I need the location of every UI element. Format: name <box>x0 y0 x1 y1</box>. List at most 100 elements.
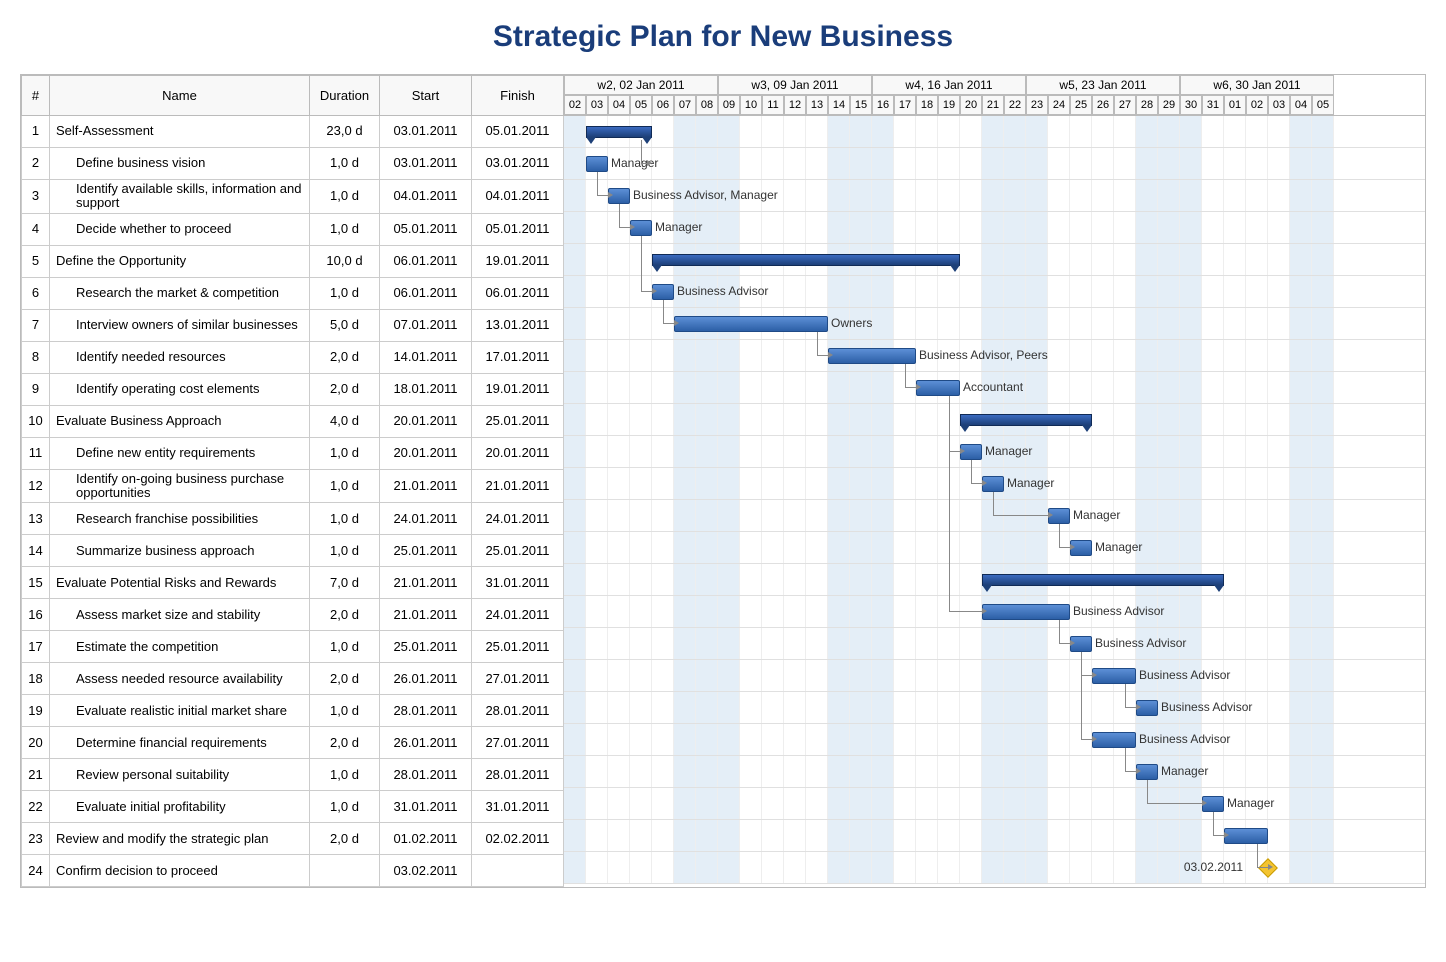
task-name: Identify operating cost elements <box>50 373 310 405</box>
task-row[interactable]: 22 Evaluate initial profitability 1,0 d … <box>22 791 564 823</box>
task-row[interactable]: 15 Evaluate Potential Risks and Rewards … <box>22 567 564 599</box>
chart-row <box>564 820 1425 852</box>
dependency-arrow <box>619 204 630 228</box>
task-duration: 2,0 d <box>310 727 380 759</box>
task-number: 11 <box>22 437 50 469</box>
resource-label: Business Advisor <box>677 284 768 298</box>
dependency-arrow <box>1125 748 1136 772</box>
task-name: Define business vision <box>50 148 310 180</box>
task-duration: 1,0 d <box>310 180 380 214</box>
dependency-arrow <box>641 140 647 164</box>
resource-label: Business Advisor <box>1139 732 1230 746</box>
task-start: 18.01.2011 <box>380 373 472 405</box>
day-header-cell: 06 <box>652 95 674 115</box>
day-header-cell: 12 <box>784 95 806 115</box>
task-row[interactable]: 24 Confirm decision to proceed 03.02.201… <box>22 855 564 887</box>
chart-row: 03.02.2011 <box>564 852 1425 884</box>
task-row[interactable]: 17 Estimate the competition 1,0 d 25.01.… <box>22 631 564 663</box>
task-finish: 31.01.2011 <box>472 791 564 823</box>
task-row[interactable]: 10 Evaluate Business Approach 4,0 d 20.0… <box>22 405 564 437</box>
task-number: 24 <box>22 855 50 887</box>
task-bar[interactable]: Business Advisor <box>1092 668 1136 684</box>
day-header-cell: 19 <box>938 95 960 115</box>
day-header-cell: 31 <box>1202 95 1224 115</box>
task-row[interactable]: 7 Interview owners of similar businesses… <box>22 309 564 341</box>
task-duration: 1,0 d <box>310 469 380 503</box>
dependency-arrow <box>949 396 982 612</box>
day-header-cell: 15 <box>850 95 872 115</box>
gantt-chart: # Name Duration Start Finish 1 Self-Asse… <box>20 74 1426 888</box>
task-row[interactable]: 11 Define new entity requirements 1,0 d … <box>22 437 564 469</box>
task-row[interactable]: 9 Identify operating cost elements 2,0 d… <box>22 373 564 405</box>
chart-row: Business Advisor <box>564 596 1425 628</box>
resource-label: Manager <box>1095 540 1142 554</box>
task-row[interactable]: 2 Define business vision 1,0 d 03.01.201… <box>22 148 564 180</box>
summary-bar[interactable] <box>652 254 960 266</box>
task-bar[interactable]: Business Advisor, Peers <box>828 348 916 364</box>
task-bar[interactable]: Owners <box>674 316 828 332</box>
task-number: 10 <box>22 405 50 437</box>
task-number: 8 <box>22 341 50 373</box>
task-start: 25.01.2011 <box>380 535 472 567</box>
task-name: Identify available skills, information a… <box>50 180 310 214</box>
task-duration: 1,0 d <box>310 631 380 663</box>
dependency-arrow <box>1059 620 1070 644</box>
task-finish: 28.01.2011 <box>472 695 564 727</box>
task-row[interactable]: 18 Assess needed resource availability 2… <box>22 663 564 695</box>
task-row[interactable]: 1 Self-Assessment 23,0 d 03.01.2011 05.0… <box>22 116 564 148</box>
task-finish: 05.01.2011 <box>472 213 564 245</box>
task-row[interactable]: 20 Determine financial requirements 2,0 … <box>22 727 564 759</box>
day-header-cell: 05 <box>630 95 652 115</box>
task-row[interactable]: 8 Identify needed resources 2,0 d 14.01.… <box>22 341 564 373</box>
task-name: Interview owners of similar businesses <box>50 309 310 341</box>
col-header-duration[interactable]: Duration <box>310 76 380 116</box>
task-duration: 1,0 d <box>310 437 380 469</box>
task-start: 20.01.2011 <box>380 405 472 437</box>
resource-label: Manager <box>1161 764 1208 778</box>
task-duration: 2,0 d <box>310 599 380 631</box>
summary-bar[interactable] <box>586 126 652 138</box>
task-duration: 1,0 d <box>310 791 380 823</box>
task-duration: 10,0 d <box>310 245 380 277</box>
task-name: Assess market size and stability <box>50 599 310 631</box>
task-row[interactable]: 5 Define the Opportunity 10,0 d 06.01.20… <box>22 245 564 277</box>
task-row[interactable]: 13 Research franchise possibilities 1,0 … <box>22 503 564 535</box>
summary-bar[interactable] <box>982 574 1224 586</box>
task-bar[interactable]: Accountant <box>916 380 960 396</box>
col-header-name[interactable]: Name <box>50 76 310 116</box>
task-bar[interactable]: Business Advisor <box>1092 732 1136 748</box>
resource-label: Business Advisor <box>1073 604 1164 618</box>
resource-label: Business Advisor <box>1161 700 1252 714</box>
resource-label: Manager <box>1007 476 1054 490</box>
day-header-cell: 07 <box>674 95 696 115</box>
col-header-start[interactable]: Start <box>380 76 472 116</box>
task-start: 06.01.2011 <box>380 245 472 277</box>
day-header-cell: 24 <box>1048 95 1070 115</box>
task-number: 23 <box>22 823 50 855</box>
col-header-finish[interactable]: Finish <box>472 76 564 116</box>
day-header-cell: 04 <box>608 95 630 115</box>
day-header-cell: 27 <box>1114 95 1136 115</box>
task-row[interactable]: 3 Identify available skills, information… <box>22 180 564 214</box>
task-duration: 5,0 d <box>310 309 380 341</box>
task-row[interactable]: 16 Assess market size and stability 2,0 … <box>22 599 564 631</box>
task-number: 6 <box>22 277 50 309</box>
task-row[interactable]: 21 Review personal suitability 1,0 d 28.… <box>22 759 564 791</box>
task-row[interactable]: 23 Review and modify the strategic plan … <box>22 823 564 855</box>
task-row[interactable]: 19 Evaluate realistic initial market sha… <box>22 695 564 727</box>
task-duration: 23,0 d <box>310 116 380 148</box>
task-bar[interactable]: Manager <box>586 156 608 172</box>
task-row[interactable]: 14 Summarize business approach 1,0 d 25.… <box>22 535 564 567</box>
task-finish: 04.01.2011 <box>472 180 564 214</box>
task-row[interactable]: 6 Research the market & competition 1,0 … <box>22 277 564 309</box>
task-finish: 24.01.2011 <box>472 599 564 631</box>
task-bar[interactable]: Business Advisor <box>982 604 1070 620</box>
task-name: Research the market & competition <box>50 277 310 309</box>
task-row[interactable]: 4 Decide whether to proceed 1,0 d 05.01.… <box>22 213 564 245</box>
task-start: 28.01.2011 <box>380 759 472 791</box>
task-row[interactable]: 12 Identify on-going business purchase o… <box>22 469 564 503</box>
chart-row: Owners <box>564 308 1425 340</box>
task-bar[interactable] <box>1224 828 1268 844</box>
task-start: 05.01.2011 <box>380 213 472 245</box>
col-header-number[interactable]: # <box>22 76 50 116</box>
